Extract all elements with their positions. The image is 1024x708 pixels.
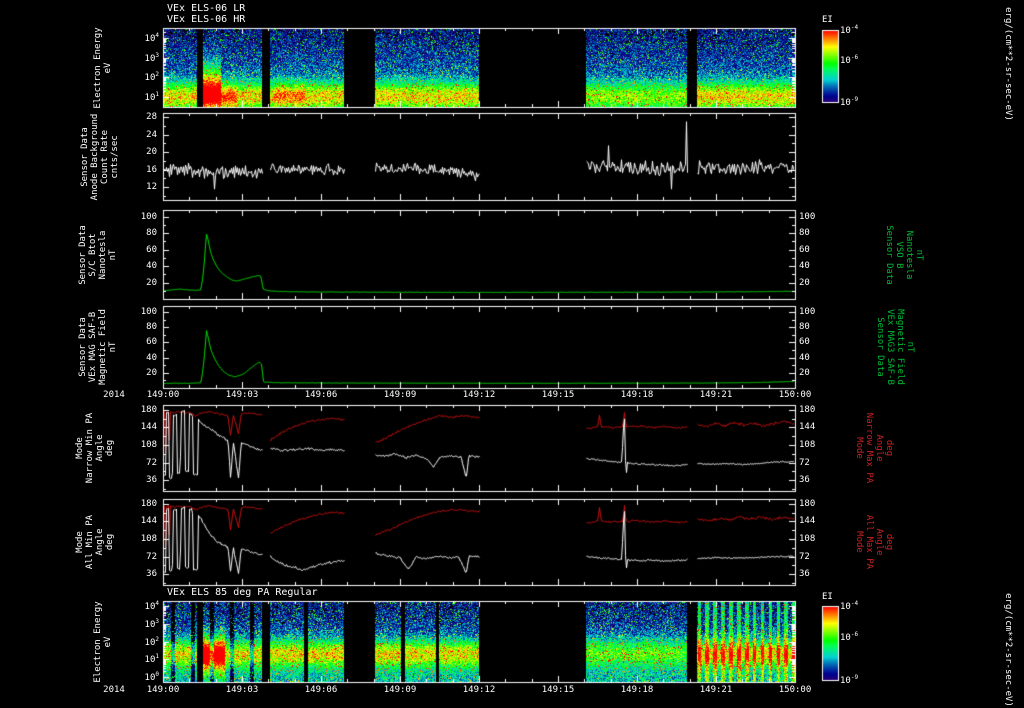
x-tick-label: 149:00 [146, 390, 180, 400]
y-tick-label: 36 [146, 475, 157, 485]
y-tick-label: 100 [140, 307, 157, 317]
y-tick-label: 180 [140, 405, 157, 415]
y-tick-label-right: 20 [799, 278, 810, 288]
colorbar-tick-label: 10-4 [840, 24, 859, 37]
y-tick-label-right: 40 [799, 353, 810, 363]
plot-screen: VEx ELS-06 LR VEx ELS-06 HR VEx ELS 85 d… [0, 0, 1024, 708]
x-tick-label: 149:06 [304, 685, 338, 695]
y-tick-label: 100 [140, 212, 157, 222]
colorbar-tick-label: 10-9 [840, 674, 859, 687]
y-tick-label: 72 [146, 552, 157, 562]
x-tick-label: 149:12 [462, 685, 496, 695]
y-tick-label: 101 [144, 653, 159, 666]
y-tick-label: 102 [144, 636, 159, 649]
x-tick-label: 149:12 [462, 390, 496, 400]
y-tick-label-right: 100 [799, 307, 816, 317]
x-tick-label: 149:03 [225, 685, 259, 695]
x-tick-label: 149:09 [383, 390, 417, 400]
y-tick-label: 16 [146, 165, 157, 175]
y-axis-label-right: nT Nanotesla VSO B Sensor Data [884, 224, 924, 285]
y-tick-label: 36 [146, 569, 157, 579]
x-tick-label: 149:21 [699, 685, 733, 695]
generated-labels: 149:00 149:03 149:06 149:09 149:12 149:15 149:… [0, 0, 1024, 708]
y-tick-label: 108 [140, 534, 157, 544]
x-tick-label: 150:00 [778, 685, 812, 695]
y-tick-label-right: 180 [799, 499, 816, 509]
y-tick-label-right: 60 [799, 337, 810, 347]
colorbar-tick-label: 10-4 [840, 600, 859, 613]
y-axis-label: Electron Energy eV [93, 600, 113, 683]
x-tick-label: 149:09 [383, 685, 417, 695]
y-tick-label-right: 144 [799, 422, 816, 432]
y-tick-label-right: 108 [799, 534, 816, 544]
y-tick-label: 72 [146, 458, 157, 468]
y-axis-label: Sensor Data Anode Background Count Rate … [80, 113, 120, 200]
y-tick-label-right: 72 [799, 458, 810, 468]
y-axis-label-right: nT Magnetic Field VEx MAG3 SAF-B Sensor … [875, 309, 915, 385]
y-tick-label-right: 60 [799, 245, 810, 255]
y-tick-label: 24 [146, 130, 157, 140]
y-tick-label-right: 108 [799, 440, 816, 450]
y-axis-label-right: deg Angle All Max PA Mode [854, 514, 894, 570]
x-tick-label: 149:18 [620, 685, 654, 695]
y-tick-label: 12 [146, 182, 157, 192]
y-axis-label: Electron Energy eV [93, 26, 113, 109]
y-tick-label-right: 20 [799, 368, 810, 378]
colorbar-tick-label: 10-6 [840, 631, 859, 644]
y-tick-label: 20 [146, 278, 157, 288]
y-tick-label: 144 [140, 422, 157, 432]
y-tick-label-right: 36 [799, 475, 810, 485]
y-tick-label: 180 [140, 499, 157, 509]
y-tick-label: 80 [146, 322, 157, 332]
y-axis-label: Sensor Data VEx MAG SAF-B Magnetic Field… [78, 309, 118, 385]
y-axis-label: Mode Narrow Min PA Angle deg [75, 412, 115, 484]
y-axis-label: Sensor Data S/C Btot Nanotesla nT [78, 224, 118, 285]
colorbar-tick-label: 10-9 [840, 96, 859, 109]
y-tick-label: 104 [144, 32, 159, 45]
y-tick-label: 60 [146, 337, 157, 347]
x-tick-label: 149:21 [699, 390, 733, 400]
y-tick-label: 80 [146, 228, 157, 238]
y-tick-label: 100 [144, 671, 159, 684]
y-tick-label: 28 [146, 112, 157, 122]
y-tick-label-right: 80 [799, 322, 810, 332]
y-axis-label: Mode All Min PA Angle deg [75, 514, 115, 570]
y-tick-label-right: 180 [799, 405, 816, 415]
y-tick-label: 144 [140, 516, 157, 526]
x-tick-label: 149:03 [225, 390, 259, 400]
y-tick-label-right: 80 [799, 228, 810, 238]
y-tick-label: 20 [146, 147, 157, 157]
colorbar-tick-label: 10-6 [840, 54, 859, 67]
y-tick-label: 40 [146, 353, 157, 363]
y-tick-label: 104 [144, 600, 159, 613]
y-tick-label-right: 100 [799, 212, 816, 222]
y-tick-label: 103 [144, 618, 159, 631]
y-tick-label-right: 144 [799, 516, 816, 526]
y-tick-label: 40 [146, 261, 157, 271]
y-tick-label: 103 [144, 52, 159, 65]
y-tick-label-right: 36 [799, 569, 810, 579]
x-tick-label: 150:00 [778, 390, 812, 400]
y-tick-label: 101 [144, 91, 159, 104]
x-tick-label: 149:18 [620, 390, 654, 400]
y-tick-label: 20 [146, 368, 157, 378]
y-tick-label: 108 [140, 440, 157, 450]
x-tick-label: 149:00 [146, 685, 180, 695]
y-tick-label: 60 [146, 245, 157, 255]
y-tick-label-right: 40 [799, 261, 810, 271]
y-axis-label-right: deg Angle Narrow Max PA Mode [854, 412, 894, 484]
x-tick-label: 149:15 [541, 390, 575, 400]
x-tick-label: 149:06 [304, 390, 338, 400]
y-tick-label: 102 [144, 71, 159, 84]
x-tick-label: 149:15 [541, 685, 575, 695]
y-tick-label-right: 72 [799, 552, 810, 562]
